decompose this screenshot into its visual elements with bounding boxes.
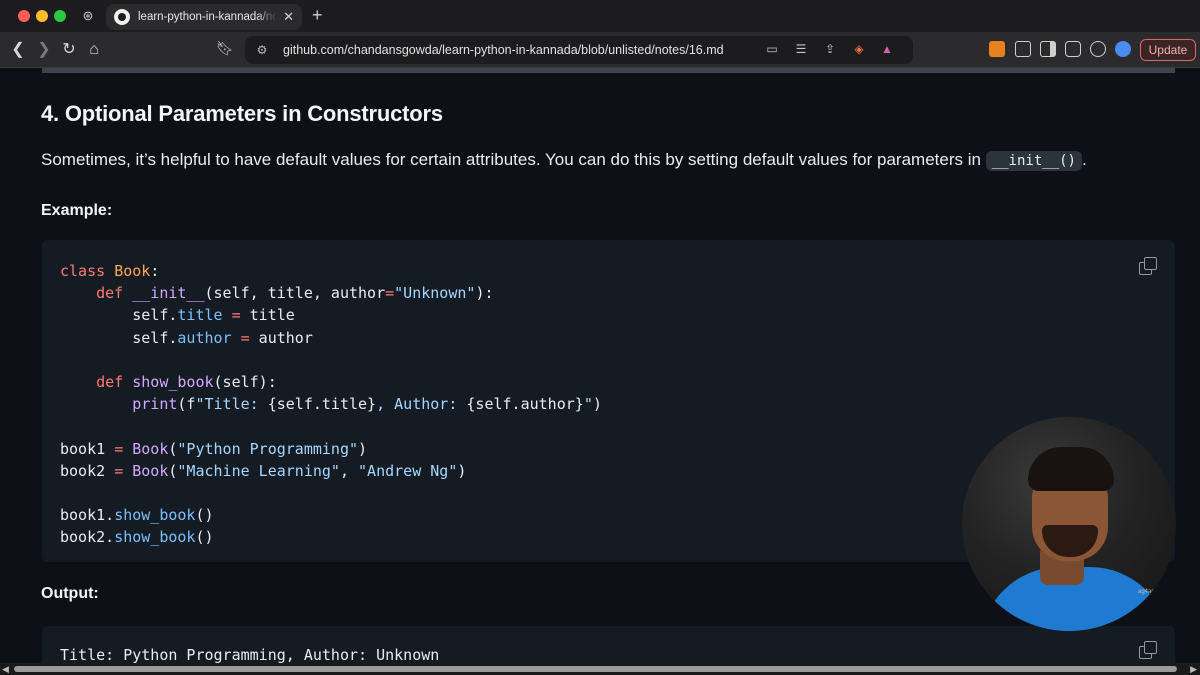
- horizontal-rule: [42, 68, 1175, 73]
- code-line: book1.show_book(): [60, 506, 214, 525]
- example-label: Example:: [41, 202, 113, 219]
- reload-icon[interactable]: ↻: [59, 40, 79, 60]
- presenter-hair: [1028, 447, 1114, 491]
- copy-icon[interactable]: [1139, 641, 1157, 659]
- bookmark-icon[interactable]: 🔖︎: [216, 40, 234, 57]
- code-line: print(f"Title: {self.title}, Author: {se…: [132, 395, 602, 414]
- share-icon[interactable]: ⇪: [821, 42, 839, 56]
- browser-toolbar: ❮ ❯ ↻ ⌂ 🔖︎ ⚙ github.com/chandansgowda/le…: [0, 32, 1200, 68]
- update-button[interactable]: Update: [1140, 39, 1196, 61]
- new-tab-button[interactable]: +: [312, 5, 323, 26]
- section-heading: 4. Optional Parameters in Constructors: [41, 101, 443, 126]
- webcam-overlay: ag4aq: [962, 417, 1176, 631]
- copy-icon[interactable]: [1139, 257, 1157, 275]
- window-maximize-button[interactable]: [54, 10, 66, 22]
- cast-icon[interactable]: ▭: [763, 42, 781, 56]
- inline-code: __init__(): [985, 151, 1082, 171]
- extensions-icon[interactable]: [1015, 41, 1031, 57]
- wallet-icon[interactable]: [1065, 41, 1081, 57]
- sidebar-icon[interactable]: [1040, 41, 1056, 57]
- code-line: book2 = Book("Machine Learning", "Andrew…: [60, 461, 467, 480]
- output-label: Output:: [41, 585, 99, 602]
- home-icon[interactable]: ⌂: [84, 40, 104, 60]
- code-line: class Book:: [60, 262, 160, 280]
- webcam-logo: ag4aq: [1138, 589, 1155, 595]
- code-line: def __init__(self, title, author="Unknow…: [96, 284, 494, 303]
- example-code: class Book: def __init__(self, title, au…: [60, 260, 602, 548]
- code-line: book1 = Book("Python Programming"): [60, 439, 368, 458]
- brave-shield-icon[interactable]: ◈: [850, 42, 868, 56]
- scroll-right-icon[interactable]: ▶: [1190, 664, 1197, 675]
- vpn-icon[interactable]: [1115, 41, 1131, 57]
- metamask-extension-icon[interactable]: [989, 41, 1005, 57]
- horizontal-scrollbar[interactable]: ◀ ▶: [0, 663, 1200, 675]
- code-line: Title: Python Programming, Author: Unkno…: [60, 646, 440, 663]
- scrollbar-thumb[interactable]: [14, 666, 1177, 672]
- output-code: Title: Python Programming, Author: Unkno…: [60, 644, 439, 663]
- address-bar[interactable]: ⚙ github.com/chandansgowda/learn-python-…: [245, 36, 913, 64]
- reader-mode-icon[interactable]: ☰: [792, 42, 810, 56]
- paragraph-text: Sometimes, it’s helpful to have default …: [41, 150, 981, 169]
- tab-search-icon[interactable]: ⊛: [80, 8, 96, 24]
- forward-icon[interactable]: ❯: [34, 40, 54, 60]
- site-settings-icon[interactable]: ⚙: [253, 43, 271, 57]
- tab-close-icon[interactable]: ✕: [283, 9, 294, 25]
- window-close-button[interactable]: [18, 10, 30, 22]
- leo-ai-icon[interactable]: [1090, 41, 1106, 57]
- code-line: self.author = author: [60, 328, 313, 347]
- paragraph-end: .: [1081, 150, 1087, 169]
- description-paragraph: Sometimes, it’s helpful to have default …: [41, 150, 1087, 171]
- window-minimize-button[interactable]: [36, 10, 48, 22]
- output-code-block: Title: Python Programming, Author: Unkno…: [42, 626, 1175, 663]
- scroll-left-icon[interactable]: ◀: [2, 664, 9, 675]
- github-icon: [114, 9, 130, 25]
- tab-active[interactable]: learn-python-in-kannada/notes/16.md ✕: [106, 4, 302, 30]
- tab-title: learn-python-in-kannada/notes/16.md: [138, 11, 278, 23]
- code-line: def show_book(self):: [96, 372, 277, 391]
- brave-rewards-icon[interactable]: ▲: [878, 42, 896, 56]
- code-line: book2.show_book(): [60, 528, 214, 547]
- back-icon[interactable]: ❮: [8, 40, 28, 60]
- code-line: self.title = title: [60, 306, 295, 325]
- tab-bar: ⊛ learn-python-in-kannada/notes/16.md ✕ …: [0, 0, 1200, 32]
- url-text[interactable]: github.com/chandansgowda/learn-python-in…: [283, 43, 724, 57]
